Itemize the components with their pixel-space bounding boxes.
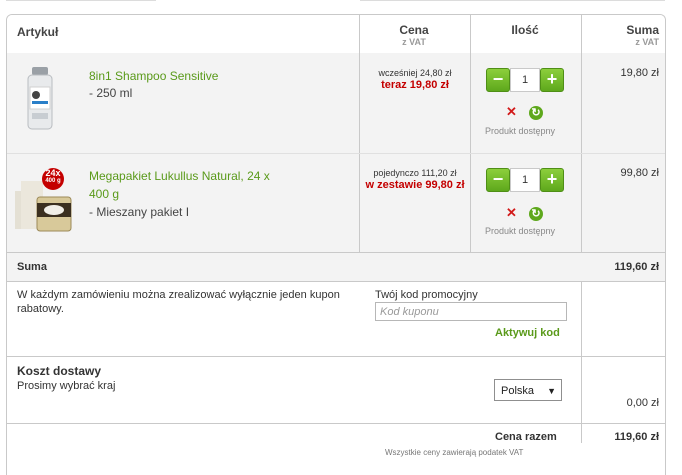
item-sum: 99,80 zł [620,167,659,179]
product-name-line-2[interactable]: 400 g [89,185,270,203]
subtotal-row: Suma 119,60 zł [7,252,665,282]
top-divider [360,0,665,1]
country-select[interactable]: Polska ▼ [494,379,562,401]
header-price-label: Cena [399,23,429,37]
table-header: Artykuł Cena z VAT Ilość Suma z VAT [7,15,665,54]
shipping-note: Prosimy wybrać kraj [17,380,116,392]
subtotal-value: 119,60 zł [614,261,659,273]
column-divider [359,15,360,252]
coupon-input[interactable]: Kod kuponu [375,302,567,321]
quantity-stepper: − 1 + [486,168,564,194]
decrease-button[interactable]: − [486,68,510,92]
availability-status: Produkt dostępny [485,226,556,236]
product-variant: - Mieszany pakiet I [89,205,190,219]
column-divider [581,15,582,252]
top-divider [6,0,156,1]
shipping-value: 0,00 zł [626,397,659,409]
quantity-stepper: − 1 + [486,68,564,94]
increase-button[interactable]: + [540,168,564,192]
column-divider [581,281,582,443]
product-image-cans[interactable]: 24x 400 g [13,167,79,233]
pack-badge: 24x 400 g [41,169,65,185]
cart-table: Artykuł Cena z VAT Ilość Suma z VAT 8in1… [6,14,666,475]
old-price: wcześniej 24,80 zł [378,68,452,78]
remove-icon[interactable]: ✕ [506,104,517,120]
product-name-link[interactable]: Megapakiet Lukullus Natural, 24 x 400 g [89,167,270,203]
refresh-icon[interactable]: ↻ [529,106,543,120]
vat-note: Wszystkie ceny zawierają podatek VAT [385,448,524,457]
row-divider [7,356,665,357]
coupon-label: Twój kod promocyjny [375,289,478,301]
old-price: pojedynczo 111,20 zł [373,168,457,178]
increase-button[interactable]: + [540,68,564,92]
header-quantity-label: Ilość [511,23,539,37]
country-select-value: Polska [501,385,535,397]
row-divider [7,423,665,424]
quantity-input[interactable]: 1 [510,168,540,192]
item-sum: 19,80 zł [620,67,659,79]
availability-status: Produkt dostępny [485,126,556,136]
coupon-note: W każdym zamówieniu można zrealizować wy… [17,289,340,315]
new-price: teraz 19,80 zł [381,79,449,91]
product-name-link[interactable]: 8in1 Shampoo Sensitive [89,67,218,85]
header-price-sub: z VAT [402,37,426,47]
chevron-down-icon: ▼ [547,386,556,396]
total-label: Cena razem [495,431,557,443]
header-sum-label: Suma [626,23,659,37]
column-divider [470,15,471,252]
header-article-label: Artykuł [17,25,59,39]
quantity-input[interactable]: 1 [510,68,540,92]
shipping-title: Koszt dostawy [17,364,102,378]
pack-badge-weight: 400 g [45,178,61,184]
shampoo-bottle-icon [27,67,53,130]
activate-coupon-button[interactable]: Aktywuj kod [495,327,560,339]
row-divider [7,153,665,154]
subtotal-label: Suma [17,261,47,273]
remove-icon[interactable]: ✕ [506,205,517,221]
header-sum-sub: z VAT [635,37,659,47]
product-name-line-1[interactable]: Megapakiet Lukullus Natural, 24 x [89,167,270,185]
refresh-icon[interactable]: ↻ [529,207,543,221]
decrease-button[interactable]: − [486,168,510,192]
product-image-shampoo[interactable] [23,65,57,131]
product-variant: - 250 ml [89,86,133,100]
total-value: 119,60 zł [614,431,659,443]
new-price: w zestawie 99,80 zł [365,179,465,191]
pack-badge-count: 24x [45,168,61,178]
